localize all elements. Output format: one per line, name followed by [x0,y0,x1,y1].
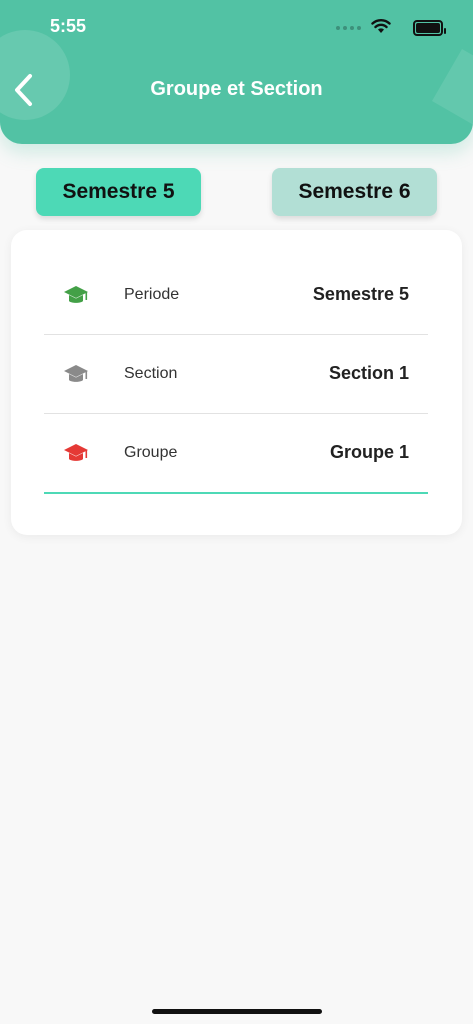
tab-semestre-5[interactable]: Semestre 5 [36,168,201,216]
periode-row: Periode Semestre 5 [44,255,428,335]
periode-label: Periode [124,285,180,303]
section-row: Section Section 1 [44,334,428,414]
status-time: 5:55 [50,16,87,36]
groupe-row: Groupe Groupe 1 [44,413,428,494]
section-label: Section [124,364,178,382]
info-card: Periode Semestre 5 Section Section 1 Gro… [11,230,462,535]
graduation-cap-icon [44,443,108,463]
tab-semestre-6[interactable]: Semestre 6 [272,168,437,216]
periode-value: Semestre 5 [312,284,409,304]
graduation-cap-icon [44,364,108,384]
wifi-icon [371,19,391,33]
home-indicator[interactable] [152,1009,322,1014]
status-icons [323,18,446,36]
app-header: 5:55 Groupe et Section [0,0,473,144]
groupe-value: Groupe 1 [329,442,409,462]
signal-icon [336,26,361,30]
groupe-label: Groupe [124,443,178,461]
page-title: Groupe et Section [150,78,323,100]
graduation-cap-icon [44,285,108,305]
battery-icon [413,20,446,36]
section-value: Section 1 [328,363,409,383]
